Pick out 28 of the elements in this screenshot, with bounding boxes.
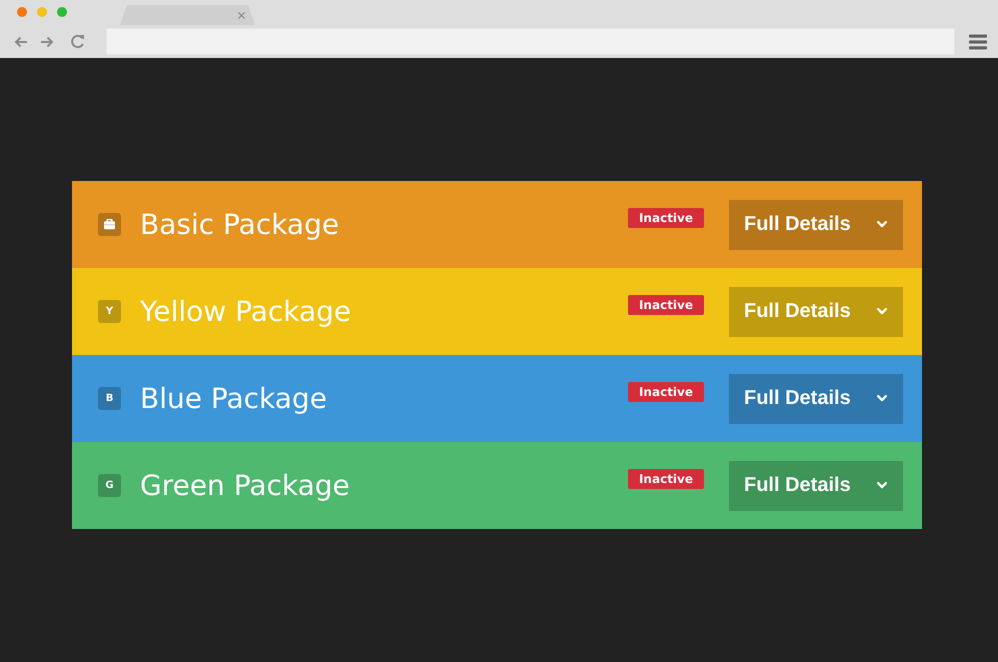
full-details-button[interactable]: Full Details <box>729 200 903 250</box>
close-icon[interactable] <box>238 12 245 18</box>
full-details-button[interactable]: Full Details <box>729 286 903 336</box>
chevron-down-icon <box>877 395 887 402</box>
status-badge: Inactive <box>628 382 704 402</box>
chevron-down-icon <box>877 482 887 489</box>
status-badge: Inactive <box>628 295 704 315</box>
package-initial: G <box>98 474 121 497</box>
full-details-button[interactable]: Full Details <box>729 374 903 424</box>
chevron-down-icon <box>877 221 887 228</box>
status-badge: Inactive <box>628 469 704 489</box>
briefcase-icon <box>98 213 121 236</box>
menu-icon[interactable] <box>969 34 987 50</box>
minimize-window-icon[interactable] <box>37 7 47 17</box>
maximize-window-icon[interactable] <box>57 7 67 17</box>
forward-arrow-icon[interactable] <box>40 36 54 48</box>
status-badge: Inactive <box>628 208 704 228</box>
reload-icon[interactable] <box>70 34 85 49</box>
package-initial: B <box>98 387 121 410</box>
chevron-down-icon <box>877 308 887 315</box>
package-title: Green Package <box>140 468 350 502</box>
back-arrow-icon[interactable] <box>14 36 28 48</box>
package-title: Yellow Package <box>140 294 352 328</box>
package-title: Blue Package <box>140 382 327 416</box>
full-details-button[interactable]: Full Details <box>729 460 903 510</box>
package-initial: Y <box>98 300 121 323</box>
package-title: Basic Package <box>140 208 340 242</box>
close-window-icon[interactable] <box>17 7 27 17</box>
